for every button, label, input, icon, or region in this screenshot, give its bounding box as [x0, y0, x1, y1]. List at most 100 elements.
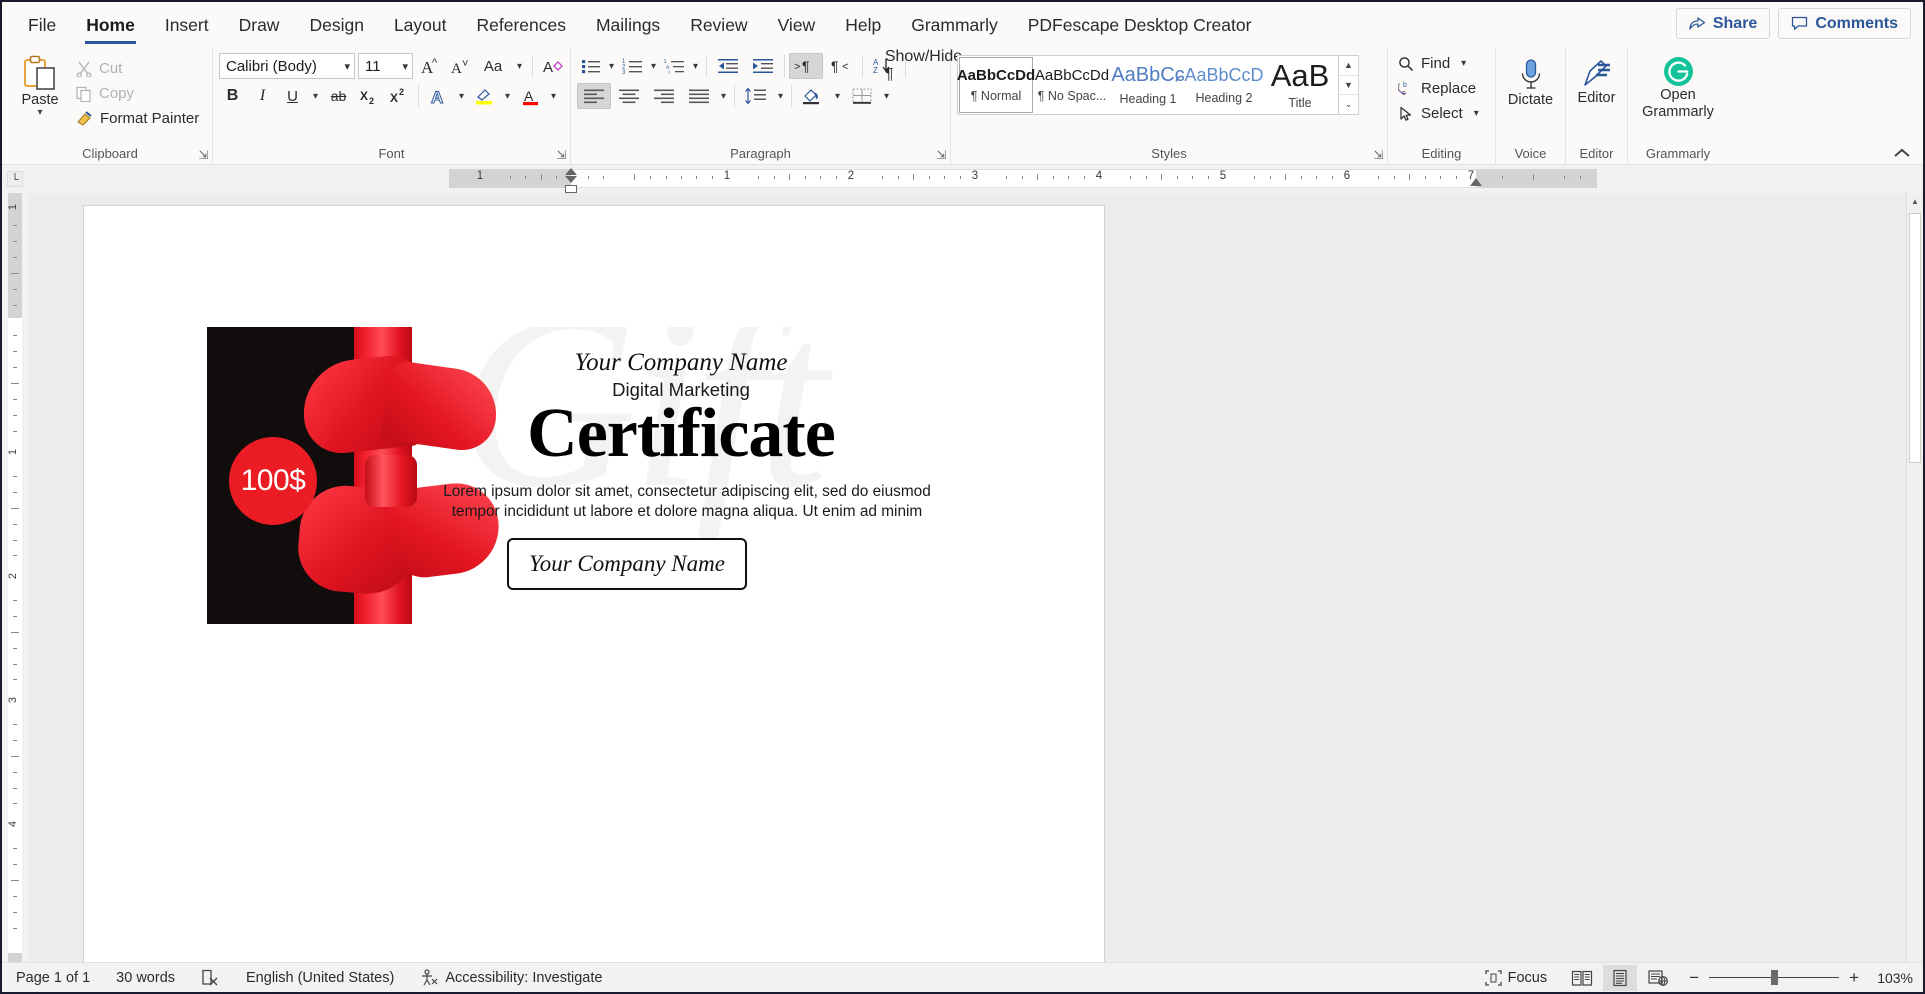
- chevron-down-icon[interactable]: ▾: [501, 91, 514, 102]
- horizontal-ruler[interactable]: 1 1 2 3 4 5 6 7: [28, 165, 1923, 193]
- styles-dialog-launcher-icon[interactable]: ⇲: [1372, 149, 1385, 162]
- show-formatting-marks-button[interactable]: Show/Hide ¶: [885, 48, 962, 83]
- rtl-text-direction-button[interactable]: ¶ <: [824, 53, 858, 79]
- bold-button[interactable]: B: [219, 83, 246, 109]
- comments-button[interactable]: Comments: [1778, 8, 1911, 39]
- style-heading-2[interactable]: AaBbCcD Heading 2: [1184, 57, 1263, 113]
- zoom-slider-thumb[interactable]: [1771, 970, 1779, 985]
- multilevel-list-button[interactable]: 1ai: [661, 53, 688, 79]
- text-effects-button[interactable]: A: [425, 83, 452, 109]
- left-indent-marker[interactable]: [565, 185, 577, 193]
- vertical-scrollbar[interactable]: ▲: [1906, 193, 1923, 962]
- chevron-down-icon[interactable]: ▾: [880, 91, 893, 102]
- font-dialog-launcher-icon[interactable]: ⇲: [555, 149, 568, 162]
- line-spacing-button[interactable]: [739, 83, 773, 109]
- styles-scroll-down-icon[interactable]: ▼: [1339, 76, 1358, 96]
- right-indent-marker[interactable]: [1470, 178, 1482, 186]
- chevron-down-icon[interactable]: ▾: [717, 91, 730, 102]
- language-indicator[interactable]: English (United States): [246, 970, 394, 986]
- paragraph-dialog-launcher-icon[interactable]: ⇲: [935, 149, 948, 162]
- certificate-image[interactable]: Gift 100$ Your Company Name Digital Mark…: [207, 327, 953, 624]
- tab-insert[interactable]: Insert: [151, 8, 223, 41]
- tab-review[interactable]: Review: [676, 8, 761, 41]
- cut-button[interactable]: Cut: [72, 56, 203, 81]
- style-no-spacing[interactable]: AaBbCcDd ¶ No Spac...: [1035, 57, 1109, 113]
- text-highlight-button[interactable]: [471, 83, 498, 109]
- chevron-down-icon[interactable]: ▾: [513, 61, 526, 72]
- dictate-button[interactable]: Dictate: [1502, 55, 1559, 109]
- styles-scroll-up-icon[interactable]: ▲: [1339, 56, 1358, 76]
- bullets-button[interactable]: [577, 53, 604, 79]
- tab-layout[interactable]: Layout: [380, 8, 461, 41]
- page-indicator[interactable]: Page 1 of 1: [16, 970, 90, 986]
- style-heading-1[interactable]: AaBbCɕ Heading 1: [1111, 57, 1185, 113]
- tab-file[interactable]: File: [14, 8, 70, 41]
- justify-button[interactable]: [682, 83, 716, 109]
- zoom-in-button[interactable]: +: [1849, 968, 1859, 988]
- chevron-down-icon[interactable]: ▾: [774, 91, 787, 102]
- increase-indent-button[interactable]: [746, 53, 780, 79]
- align-center-button[interactable]: [612, 83, 646, 109]
- style-title[interactable]: AaB Title: [1263, 57, 1337, 113]
- tab-home[interactable]: Home: [72, 8, 149, 44]
- proofing-status-icon[interactable]: [201, 969, 220, 986]
- tab-view[interactable]: View: [764, 8, 830, 41]
- paste-button[interactable]: Paste ▾: [14, 53, 66, 118]
- print-layout-button[interactable]: [1603, 964, 1638, 991]
- zoom-level[interactable]: 103%: [1869, 970, 1913, 986]
- format-painter-button[interactable]: Format Painter: [72, 106, 203, 131]
- change-case-button[interactable]: Aa: [476, 53, 510, 79]
- tab-pdfescape-desktop-creator[interactable]: PDFescape Desktop Creator: [1014, 8, 1266, 41]
- share-button[interactable]: Share: [1675, 8, 1771, 39]
- web-layout-button[interactable]: [1641, 965, 1675, 991]
- read-mode-button[interactable]: [1565, 965, 1599, 991]
- chevron-down-icon[interactable]: ▾: [309, 91, 322, 102]
- document-page[interactable]: Gift 100$ Your Company Name Digital Mark…: [83, 205, 1105, 962]
- tab-draw[interactable]: Draw: [225, 8, 294, 41]
- align-left-button[interactable]: [577, 83, 611, 109]
- first-line-indent-marker[interactable]: [565, 168, 577, 175]
- chevron-down-icon[interactable]: ▾: [689, 61, 702, 72]
- find-button[interactable]: Find ▾: [1394, 51, 1474, 76]
- superscript-button[interactable]: X2: [385, 83, 412, 109]
- clear-formatting-button[interactable]: A: [539, 53, 566, 79]
- shading-button[interactable]: [796, 83, 830, 109]
- borders-button[interactable]: [845, 83, 879, 109]
- editor-button[interactable]: Editor: [1572, 55, 1621, 107]
- zoom-slider[interactable]: [1709, 970, 1840, 985]
- tab-references[interactable]: References: [462, 8, 580, 41]
- chevron-down-icon[interactable]: ▾: [831, 91, 844, 102]
- tab-stop-selector[interactable]: └: [2, 165, 28, 193]
- chevron-down-icon[interactable]: ▾: [647, 61, 660, 72]
- italic-button[interactable]: I: [249, 83, 276, 109]
- scroll-up-icon[interactable]: ▲: [1907, 193, 1923, 209]
- strikethrough-button[interactable]: ab: [325, 83, 352, 109]
- styles-more-icon[interactable]: ⌄: [1339, 95, 1358, 114]
- underline-button[interactable]: U: [279, 83, 306, 109]
- select-button[interactable]: Select ▾: [1394, 101, 1487, 126]
- vertical-ruler[interactable]: 1 1 2 3 4: [2, 193, 28, 962]
- hanging-indent-marker[interactable]: [565, 176, 577, 183]
- font-size-select[interactable]: 11 ▾: [358, 53, 413, 79]
- tab-grammarly[interactable]: Grammarly: [897, 8, 1012, 41]
- scrollbar-thumb[interactable]: [1909, 213, 1921, 463]
- accessibility-indicator[interactable]: Accessibility: Investigate: [420, 969, 602, 986]
- chevron-down-icon[interactable]: ▾: [455, 91, 468, 102]
- chevron-down-icon[interactable]: ▾: [605, 61, 618, 72]
- focus-button[interactable]: Focus: [1484, 970, 1547, 986]
- decrease-indent-button[interactable]: [711, 53, 745, 79]
- zoom-out-button[interactable]: −: [1689, 968, 1699, 988]
- font-family-select[interactable]: Calibri (Body) ▾: [219, 53, 355, 79]
- font-color-button[interactable]: A: [517, 83, 544, 109]
- open-grammarly-button[interactable]: Open Grammarly: [1635, 53, 1721, 120]
- grow-font-button[interactable]: A ^: [416, 53, 443, 79]
- style-normal[interactable]: AaBbCcDd ¶ Normal: [957, 57, 1035, 113]
- chevron-down-icon[interactable]: ▾: [1457, 58, 1470, 69]
- replace-button[interactable]: ʃbc Replace: [1394, 76, 1480, 101]
- chevron-down-icon[interactable]: ▾: [37, 108, 42, 118]
- shrink-font-button[interactable]: A ˅: [446, 53, 473, 79]
- clipboard-dialog-launcher-icon[interactable]: ⇲: [197, 149, 210, 162]
- align-right-button[interactable]: [647, 83, 681, 109]
- word-count[interactable]: 30 words: [116, 970, 175, 986]
- chevron-down-icon[interactable]: ▾: [1470, 108, 1483, 119]
